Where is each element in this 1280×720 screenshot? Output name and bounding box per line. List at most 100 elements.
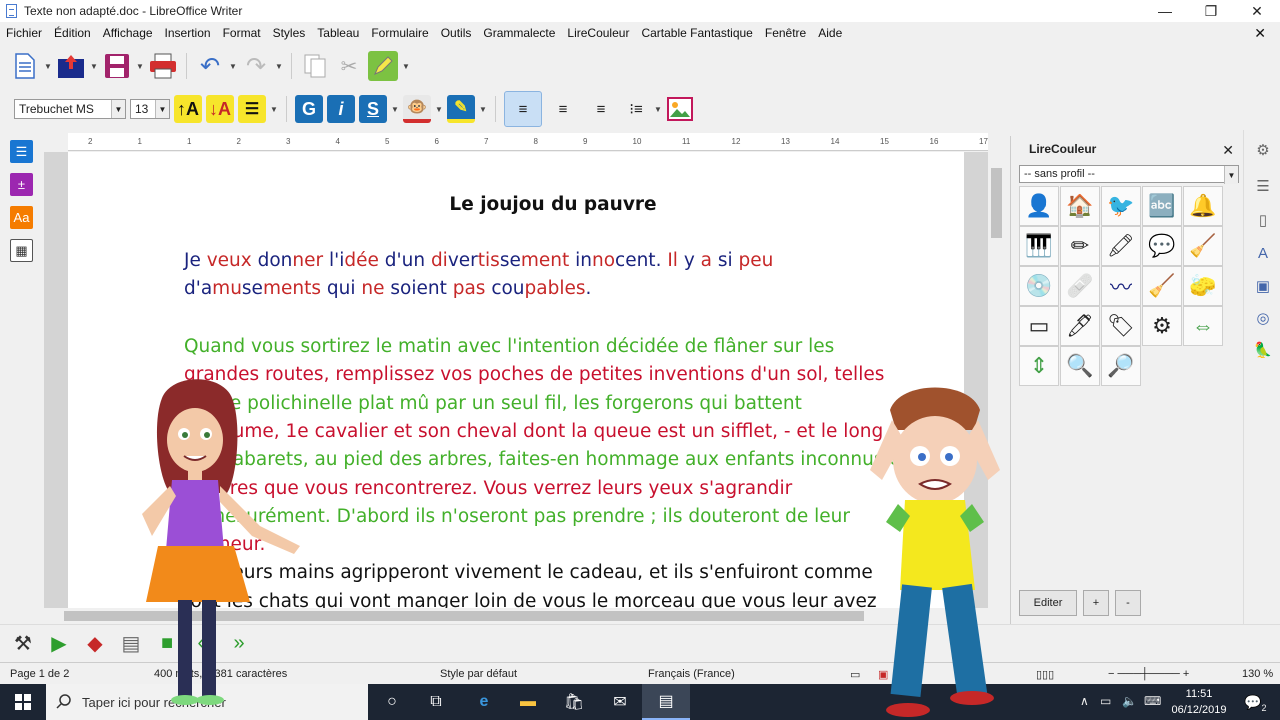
lines-icon[interactable]: ☰ (10, 140, 33, 163)
network-icon[interactable]: ▭ (1100, 694, 1111, 708)
bold-icon[interactable]: G (295, 95, 323, 123)
menu-lirecouleur[interactable]: LireCouleur (561, 26, 635, 40)
windows-start-icon[interactable] (0, 684, 46, 720)
cubes-icon[interactable]: ◆ (80, 629, 110, 659)
font-color-icon[interactable]: 🐵 (403, 95, 431, 123)
notification-center-icon[interactable]: 💬2 (1244, 694, 1266, 713)
panel-close-icon[interactable]: ✕ (1222, 142, 1234, 159)
menu-aide[interactable]: Aide (812, 26, 848, 40)
writer-taskbar-icon[interactable]: ▤ (642, 684, 690, 720)
profile-select[interactable]: -- sans profil -- ▼ (1019, 165, 1239, 184)
tray-chevron-icon[interactable]: ∧ (1080, 694, 1089, 708)
menu-fichier[interactable]: Fichier (0, 26, 48, 40)
view-layout-icon[interactable]: ▯▯▯ (1036, 668, 1054, 681)
gallery-icon[interactable]: ▣ (1253, 276, 1273, 296)
broom-icon[interactable]: 🧹 (1183, 226, 1223, 266)
italic-icon[interactable]: i (327, 95, 355, 123)
close-document-icon[interactable]: ✕ (1248, 25, 1272, 42)
add-button[interactable]: + (1083, 590, 1109, 616)
eraser-icon[interactable]: 🩹 (1060, 266, 1100, 306)
menu-styles[interactable]: Styles (267, 26, 312, 40)
menu-affichage[interactable]: Affichage (97, 26, 159, 40)
redo-dropdown-icon[interactable]: ▼ (275, 62, 283, 71)
increase-font-icon[interactable]: ↑A (174, 95, 202, 123)
lirecouleur-deck-icon[interactable]: 🦜 (1253, 340, 1273, 360)
broom-clean-icon[interactable]: 🧹 (1142, 266, 1182, 306)
mail-icon[interactable]: ✉ (596, 684, 644, 720)
zoom-icon[interactable]: 🔍 (1060, 346, 1100, 386)
marker-icon[interactable]: 🖊 (1060, 306, 1100, 346)
plus-minus-icon[interactable]: ± (10, 173, 33, 196)
copy-icon[interactable] (300, 51, 330, 81)
gear-icon[interactable]: ⚙ (1142, 306, 1182, 346)
align-left-icon[interactable]: ≡ (504, 91, 542, 127)
house-icon[interactable]: 🏠 (1060, 186, 1100, 226)
properties-icon[interactable]: ☰ (1253, 176, 1273, 196)
settings-gear-icon[interactable]: ⚙ (1253, 140, 1273, 160)
menu-tableau[interactable]: Tableau (311, 26, 365, 40)
bell-icon[interactable]: 🔔 (1183, 186, 1223, 226)
close-button[interactable]: ✕ (1234, 0, 1280, 22)
font-name-dropdown-icon[interactable]: ▼ (111, 100, 125, 118)
highlighter-icon[interactable] (368, 51, 398, 81)
abc-blocks-icon[interactable]: 🔤 (1142, 186, 1182, 226)
align-center-icon[interactable]: ≡ (546, 95, 580, 123)
font-size-combo[interactable]: 13 ▼ (130, 99, 170, 119)
menu-insertion[interactable]: Insertion (159, 26, 217, 40)
pencils-icon[interactable]: ✏ (1060, 226, 1100, 266)
remove-button[interactable]: - (1115, 590, 1141, 616)
font-name-combo[interactable]: Trebuchet MS ▼ (14, 99, 126, 119)
highlight-color-icon[interactable]: ✎ (447, 95, 475, 123)
edge-icon[interactable]: e (460, 684, 508, 720)
frame-icon[interactable]: ▭ (1019, 306, 1059, 346)
font-size-dropdown-icon[interactable]: ▼ (155, 100, 169, 118)
menu-outils[interactable]: Outils (435, 26, 478, 40)
open-dropdown-icon[interactable]: ▼ (90, 62, 98, 71)
play-icon[interactable]: ▶ (44, 629, 74, 659)
minimize-button[interactable]: — (1142, 0, 1188, 22)
pencil-pair-icon[interactable]: 🖍 (1101, 226, 1141, 266)
volume-icon[interactable]: 🔈 (1122, 694, 1137, 708)
vertical-scroll-thumb[interactable] (991, 168, 1002, 238)
highlighter-dropdown-icon[interactable]: ▼ (402, 62, 410, 71)
cortana-icon[interactable]: ○ (368, 684, 416, 720)
zoom-in-icon[interactable]: 🔎 (1101, 346, 1141, 386)
maximize-button[interactable]: ❐ (1188, 0, 1234, 22)
navigator-icon[interactable]: ◎ (1253, 308, 1273, 328)
align-right-icon[interactable]: ≡ (584, 95, 618, 123)
menu-formulaire[interactable]: Formulaire (365, 26, 434, 40)
disc-remove-icon[interactable]: 💿 (1019, 266, 1059, 306)
bullet-list-dropdown-icon[interactable]: ▼ (654, 105, 662, 114)
open-file-icon[interactable] (56, 51, 86, 81)
menu-format[interactable]: Format (217, 26, 267, 40)
menu-fenetre[interactable]: Fenêtre (759, 26, 812, 40)
undo-icon[interactable]: ↶ (195, 51, 225, 81)
save-icon[interactable] (102, 51, 132, 81)
clock[interactable]: 11:51 06/12/2019 (1164, 686, 1234, 718)
font-color-dropdown-icon[interactable]: ▼ (435, 105, 443, 114)
styles-icon[interactable]: A (1253, 243, 1273, 263)
underline-icon[interactable]: S (359, 95, 387, 123)
menu-cartable-fantastique[interactable]: Cartable Fantastique (635, 26, 758, 40)
color-eraser-icon[interactable]: 🧽 (1183, 266, 1223, 306)
print-icon[interactable] (148, 51, 178, 81)
horizontal-arrow-icon[interactable]: ⇔ (1183, 306, 1223, 346)
line-spacing-icon[interactable]: ☰ (238, 95, 266, 123)
text-style-icon[interactable]: Aa (10, 206, 33, 229)
profile-dropdown-icon[interactable]: ▼ (1224, 166, 1238, 184)
menu-edition[interactable]: Édition (48, 26, 97, 40)
new-document-icon[interactable] (10, 51, 40, 81)
task-view-icon[interactable]: ⧉ (412, 684, 460, 720)
undo-dropdown-icon[interactable]: ▼ (229, 62, 237, 71)
highlight-color-dropdown-icon[interactable]: ▼ (479, 105, 487, 114)
menu-grammalecte[interactable]: Grammalecte (477, 26, 561, 40)
page-icon[interactable]: ▯ (1253, 210, 1273, 230)
speech-bubble-icon[interactable]: 💬 (1142, 226, 1182, 266)
redo-icon[interactable]: ↷ (241, 51, 271, 81)
tools-icon[interactable]: ⚒ (8, 629, 38, 659)
piano-icon[interactable]: 🎹 (1019, 226, 1059, 266)
bullet-list-icon[interactable]: ⁝≡ (622, 95, 650, 123)
cut-icon[interactable]: ✂ (334, 51, 364, 81)
decrease-font-icon[interactable]: ↓A (206, 95, 234, 123)
wave-icon[interactable]: 〰 (1101, 266, 1141, 306)
